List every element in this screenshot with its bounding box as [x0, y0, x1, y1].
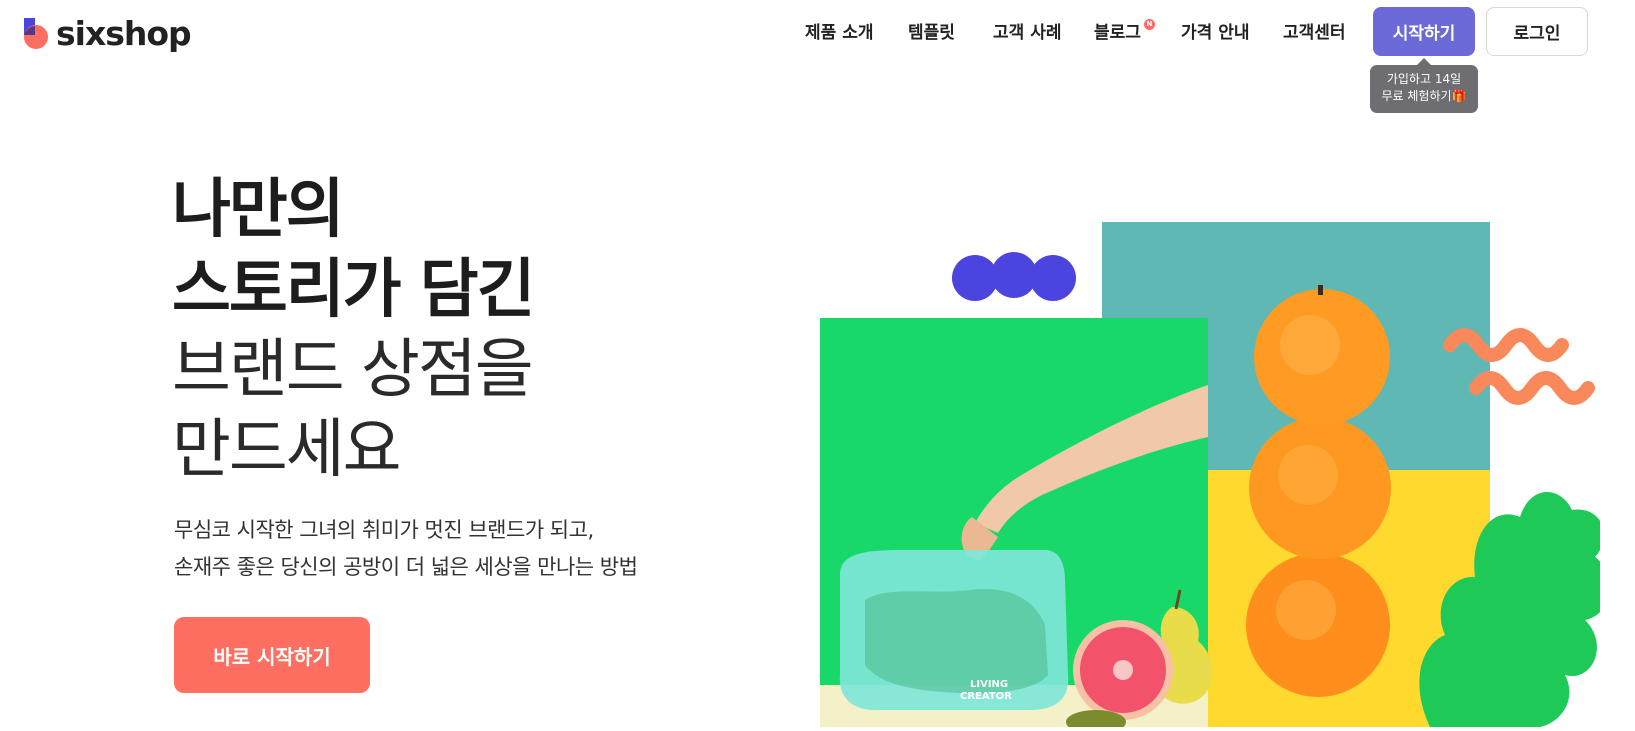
nav-item-support[interactable]: 고객센터: [1283, 18, 1346, 43]
nav-item-products[interactable]: 제품 소개: [805, 18, 873, 43]
tooltip-line-2: 무료 체험하기🎁: [1381, 89, 1467, 103]
stacked-oranges-image: [1246, 285, 1391, 697]
bag-brand-line-1: LIVING: [970, 679, 1008, 690]
headline-line-3: 브랜드 상점을: [172, 333, 534, 407]
grapefruit-image: [1073, 620, 1173, 720]
login-button[interactable]: 로그인: [1486, 7, 1588, 56]
tooltip-line-1: 가입하고 14일: [1386, 72, 1462, 86]
hero-illustration: LIVING CREATOR: [820, 205, 1611, 731]
headline-line-2: 스토리가 담긴: [172, 253, 536, 327]
nav-item-blog-label: 블로그: [1094, 23, 1141, 43]
brand-name: sixshop: [56, 14, 192, 53]
blue-cloud-shape: [952, 252, 1076, 301]
hero-subtitle: 무심코 시작한 그녀의 취미가 멋진 브랜드가 되고, 손재주 좋은 당신의 공…: [174, 512, 638, 586]
bag-brand-line-2: CREATOR: [960, 691, 1012, 702]
new-badge: N: [1143, 19, 1155, 30]
nav-item-customer-cases[interactable]: 고객 사례: [993, 18, 1061, 43]
nav-item-blog[interactable]: 블로그 N: [1094, 18, 1155, 43]
subtitle-line-2: 손재주 좋은 당신의 공방이 더 넓은 세상을 만나는 방법: [174, 555, 638, 579]
sixshop-logo-icon: [24, 17, 50, 50]
start-now-button[interactable]: 바로 시작하기: [174, 617, 370, 693]
nav-item-templates[interactable]: 템플릿: [908, 18, 955, 43]
headline-line-1: 나만의: [172, 173, 345, 247]
start-button[interactable]: 시작하기: [1373, 7, 1475, 56]
nav-item-pricing[interactable]: 가격 안내: [1181, 18, 1249, 43]
free-trial-tooltip: 가입하고 14일 무료 체험하기🎁: [1370, 58, 1478, 113]
headline-line-4: 만드세요: [172, 413, 402, 487]
hero-headline: 나만의 스토리가 담긴 브랜드 상점을 만드세요: [172, 170, 536, 490]
subtitle-line-1: 무심코 시작한 그녀의 취미가 멋진 브랜드가 되고,: [174, 518, 594, 542]
sixshop-logo[interactable]: sixshop: [24, 14, 192, 53]
bag-contents: [865, 589, 1048, 694]
